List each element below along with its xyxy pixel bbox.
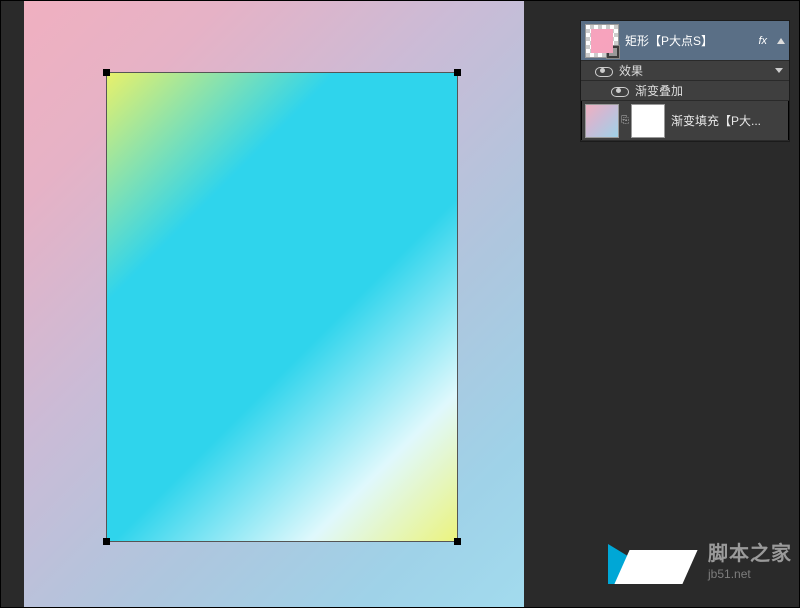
layer-thumbnail-shape[interactable] xyxy=(585,24,619,58)
watermark: 脚本之家 jb51.net xyxy=(608,540,792,584)
fx-badge[interactable]: fx xyxy=(758,35,769,47)
transform-handle-bottom-right[interactable] xyxy=(454,538,461,545)
effects-header-row[interactable]: 效果 xyxy=(581,61,789,81)
fx-expand-icon[interactable] xyxy=(777,38,785,44)
layer-mask-thumbnail[interactable] xyxy=(631,104,665,138)
watermark-site-en: jb51.net xyxy=(708,567,792,583)
effects-header-label: 效果 xyxy=(619,62,643,79)
layer-name-shape[interactable]: 矩形【P大点S】 xyxy=(625,32,752,49)
background-gradient-fill xyxy=(24,0,524,608)
mask-link-icon[interactable]: ⎘ xyxy=(621,115,629,126)
visibility-eye-icon[interactable] xyxy=(595,65,611,77)
visibility-eye-icon[interactable] xyxy=(611,85,627,97)
watermark-site-cn: 脚本之家 xyxy=(708,541,792,567)
canvas-area[interactable] xyxy=(24,0,554,608)
effect-label-gradient-overlay: 渐变叠加 xyxy=(635,82,683,99)
effects-collapse-icon[interactable] xyxy=(775,68,783,73)
vector-mask-badge-icon xyxy=(606,45,620,59)
layer-row-gradient-fill[interactable]: ⎘ 渐变填充【P大... xyxy=(581,101,789,141)
layer-row-shape[interactable]: 矩形【P大点S】 fx xyxy=(581,21,789,61)
selected-rectangle-shape[interactable] xyxy=(106,72,458,542)
watermark-logo-icon xyxy=(608,540,698,584)
transform-handle-bottom-left[interactable] xyxy=(103,538,110,545)
layer-thumbnail-gradient-fill[interactable] xyxy=(585,104,619,138)
layer-name-gradient-fill[interactable]: 渐变填充【P大... xyxy=(671,112,785,129)
transform-handle-top-left[interactable] xyxy=(103,69,110,76)
layers-panel[interactable]: 矩形【P大点S】 fx 效果 渐变叠加 ⎘ 渐变填充【P大... xyxy=(580,20,790,142)
effect-row-gradient-overlay[interactable]: 渐变叠加 xyxy=(581,81,789,101)
transform-handle-top-right[interactable] xyxy=(454,69,461,76)
